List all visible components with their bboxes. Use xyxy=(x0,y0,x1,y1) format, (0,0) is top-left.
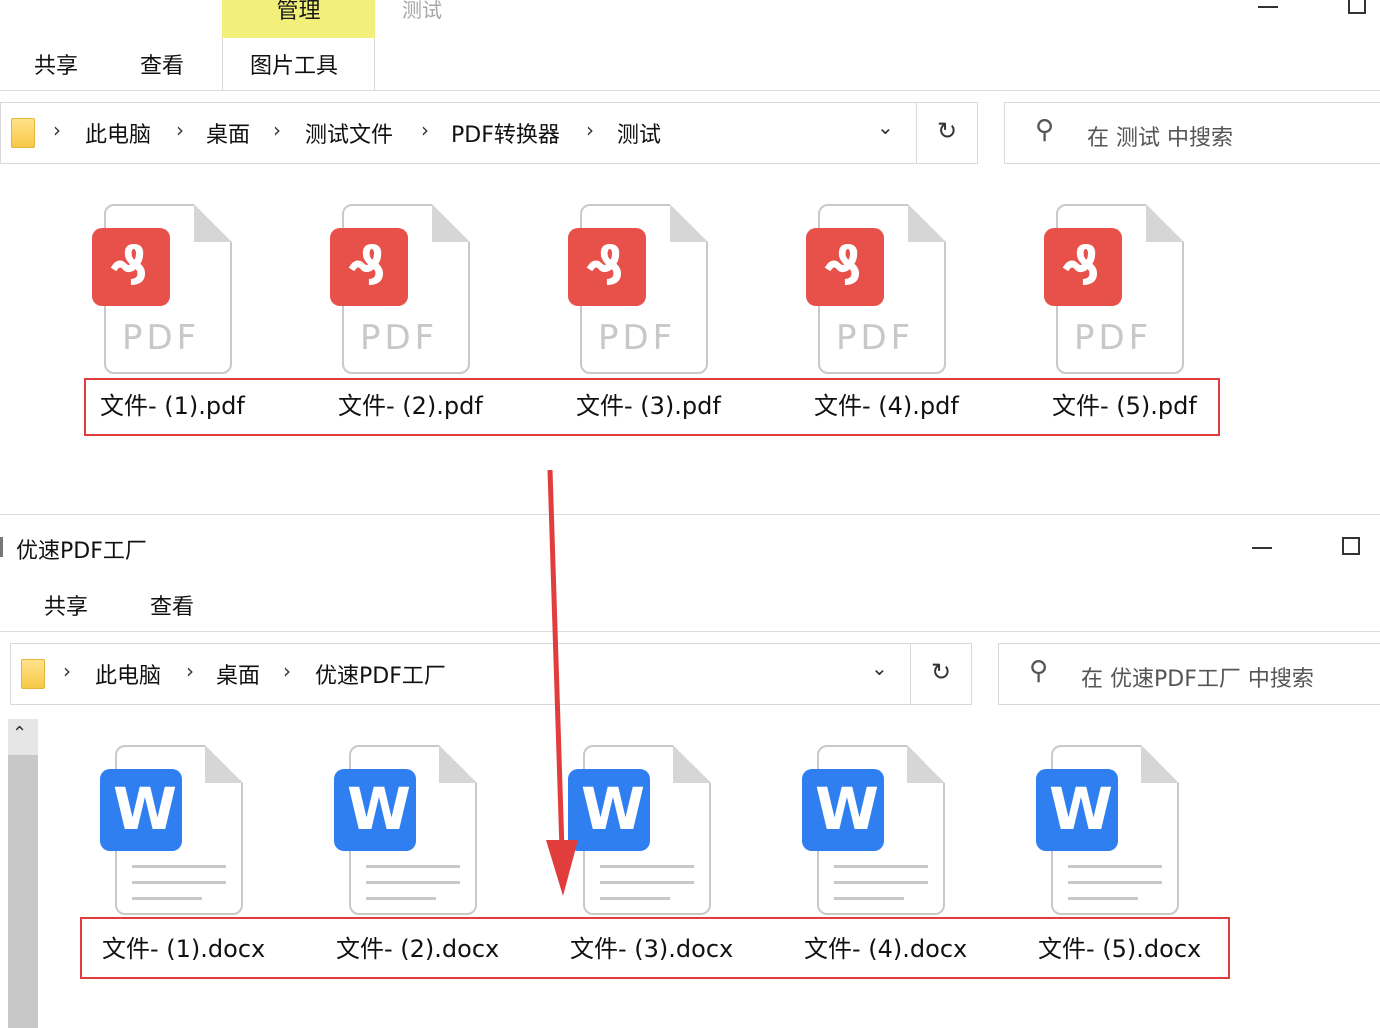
word-logo-icon: W xyxy=(334,769,416,851)
chevron-right-icon[interactable]: › xyxy=(283,659,291,683)
text-line xyxy=(600,865,694,868)
scroll-up-icon[interactable]: ⌃ xyxy=(12,723,27,744)
text-line xyxy=(600,897,670,900)
text-line xyxy=(1068,897,1138,900)
ribbon-divider xyxy=(0,631,1380,632)
word-logo-icon: W xyxy=(802,769,884,851)
refresh-icon: ↻ xyxy=(931,658,952,686)
search-icon: ⚲ xyxy=(1035,115,1055,145)
conversion-arrow xyxy=(546,470,578,896)
pdf-label: PDF xyxy=(598,318,677,358)
breadcrumb-desktop[interactable]: 桌面 xyxy=(216,658,260,690)
search-placeholder: 在 测试 中搜索 xyxy=(1087,126,1233,151)
chevron-right-icon[interactable]: › xyxy=(186,659,194,683)
refresh-button[interactable]: ↻ xyxy=(910,643,972,705)
highlight-box xyxy=(84,378,1220,436)
folder-icon xyxy=(21,659,45,689)
explorer-window-test: 管理 测试 共享 查看 图片工具 › 此电脑 › 桌面 › 测试文件 › PDF… xyxy=(0,0,1380,514)
pdf-logo-icon: ₰ xyxy=(1044,228,1122,306)
chevron-right-icon[interactable]: › xyxy=(421,118,429,142)
breadcrumb-updf-factory[interactable]: 优速PDF工厂 xyxy=(315,658,446,690)
minimize-icon[interactable] xyxy=(1252,547,1272,549)
search-icon: ⚲ xyxy=(1029,656,1049,686)
folder-icon xyxy=(11,118,35,148)
text-line xyxy=(1068,881,1162,884)
refresh-button[interactable]: ↻ xyxy=(916,102,978,164)
refresh-icon: ↻ xyxy=(937,117,958,145)
text-line xyxy=(132,881,226,884)
text-line xyxy=(132,897,202,900)
pdf-logo-icon: ₰ xyxy=(806,228,884,306)
breadcrumb-test[interactable]: 测试 xyxy=(617,117,661,149)
arrow-shaft xyxy=(547,470,565,851)
window-title: 测试 xyxy=(402,0,442,22)
pdf-logo-icon: ₰ xyxy=(568,228,646,306)
word-logo-icon: W xyxy=(1036,769,1118,851)
chevron-right-icon[interactable]: › xyxy=(176,118,184,142)
pdf-logo-icon: ₰ xyxy=(92,228,170,306)
chevron-right-icon[interactable]: › xyxy=(273,118,281,142)
maximize-icon[interactable] xyxy=(1342,537,1360,555)
text-line xyxy=(366,881,460,884)
tab-manage[interactable]: 管理 xyxy=(222,0,375,38)
search-placeholder: 在 优速PDF工厂 中搜索 xyxy=(1081,667,1314,692)
text-line xyxy=(834,897,904,900)
text-line xyxy=(834,881,928,884)
text-line xyxy=(132,865,226,868)
breadcrumb-this-pc[interactable]: 此电脑 xyxy=(85,117,151,149)
chevron-down-icon[interactable]: ⌄ xyxy=(877,115,894,139)
tab-picture-tools[interactable]: 图片工具 xyxy=(250,48,338,80)
breadcrumb-pdf-converter[interactable]: PDF转换器 xyxy=(451,117,560,149)
tab-share[interactable]: 共享 xyxy=(34,48,78,80)
chevron-right-icon[interactable]: › xyxy=(53,118,61,142)
chevron-right-icon[interactable]: › xyxy=(63,659,71,683)
text-line xyxy=(366,865,460,868)
breadcrumb-test-files[interactable]: 测试文件 xyxy=(305,117,393,149)
pdf-label: PDF xyxy=(122,318,201,358)
pdf-label: PDF xyxy=(360,318,439,358)
chevron-down-icon[interactable]: ⌄ xyxy=(871,656,888,680)
address-bar[interactable]: › 此电脑 › 桌面 › 优速PDF工厂 ⌄ xyxy=(10,643,911,705)
tab-view[interactable]: 查看 xyxy=(150,589,194,621)
pdf-label: PDF xyxy=(836,318,915,358)
explorer-window-updf: 优速PDF工厂 共享 查看 › 此电脑 › 桌面 › 优速PDF工厂 ⌄ ↻ ⚲… xyxy=(0,514,1380,1028)
scrollbar-thumb[interactable] xyxy=(8,755,38,1028)
word-logo-icon: W xyxy=(100,769,182,851)
text-line xyxy=(834,865,928,868)
tab-view[interactable]: 查看 xyxy=(140,48,184,80)
maximize-icon[interactable] xyxy=(1348,0,1366,14)
text-line xyxy=(600,881,694,884)
chevron-right-icon[interactable]: › xyxy=(586,118,594,142)
ribbon-divider xyxy=(0,90,1380,91)
highlight-box xyxy=(80,917,1230,979)
minimize-icon[interactable] xyxy=(1258,6,1278,8)
address-bar[interactable]: › 此电脑 › 桌面 › 测试文件 › PDF转换器 › 测试 ⌄ xyxy=(0,102,917,164)
arrow-head xyxy=(546,840,578,896)
text-line xyxy=(366,897,436,900)
tab-share[interactable]: 共享 xyxy=(44,589,88,621)
breadcrumb-desktop[interactable]: 桌面 xyxy=(206,117,250,149)
window-title: 优速PDF工厂 xyxy=(16,539,147,564)
pdf-logo-icon: ₰ xyxy=(330,228,408,306)
text-line xyxy=(1068,865,1162,868)
breadcrumb-this-pc[interactable]: 此电脑 xyxy=(95,658,161,690)
pdf-label: PDF xyxy=(1074,318,1153,358)
search-input[interactable]: ⚲ 在 优速PDF工厂 中搜索 xyxy=(998,643,1380,705)
window-edge xyxy=(0,537,3,557)
search-input[interactable]: ⚲ 在 测试 中搜索 xyxy=(1004,102,1380,164)
